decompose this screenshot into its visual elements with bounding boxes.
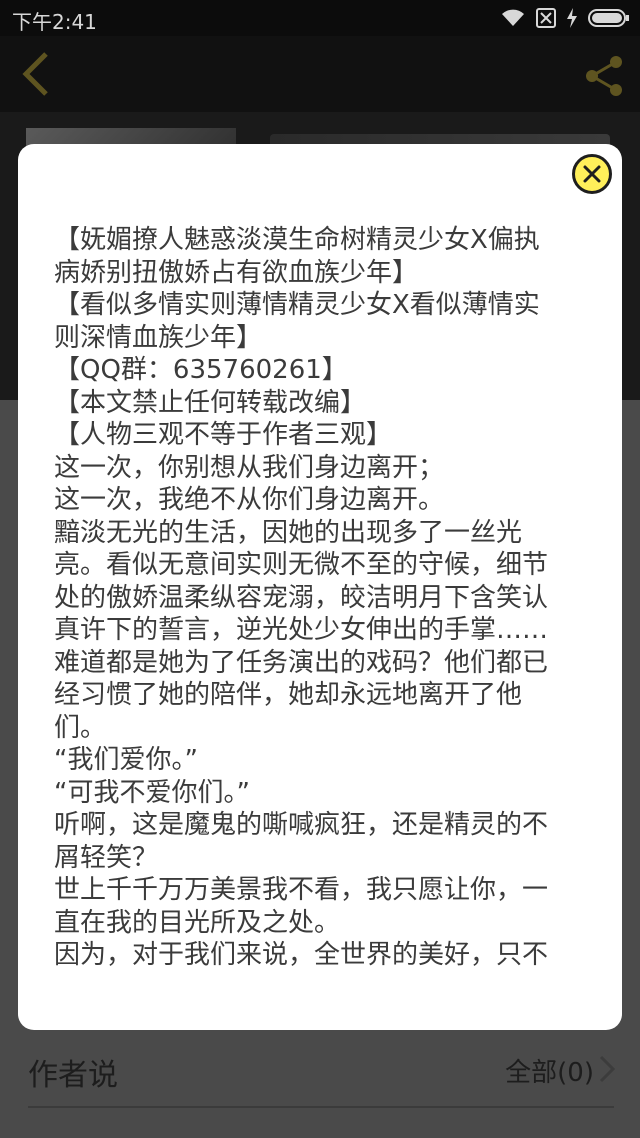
author-says-row: 作者说 全部(0) — [0, 1030, 640, 1110]
charging-icon — [567, 8, 577, 28]
chevron-left-icon[interactable] — [18, 50, 54, 98]
book-description: 【妩媚撩人魅惑淡漠生命树精灵少女X偏执 病娇别扭傲娇占有欲血族少年】 【看似多情实则… — [54, 224, 594, 1010]
description-line: 因为，对于我们来说，全世界的美好，只不 — [54, 940, 549, 970]
description-line: 真许下的誓言，逆光处少女伸出的手掌…… — [54, 615, 549, 645]
close-icon — [583, 165, 601, 183]
description-line: 直在我的目光所及之处。 — [54, 907, 341, 938]
description-line: 黯淡无光的生活，因她的出现多了一丝光 — [54, 517, 523, 548]
app-bar — [0, 36, 640, 112]
description-line: 【本文禁止任何转载改编】 — [54, 387, 367, 418]
status-time: 下午2:41 — [12, 10, 97, 34]
divider — [28, 1106, 614, 1108]
status-bar: 下午2:41 — [0, 0, 640, 36]
wifi-icon — [502, 9, 524, 26]
description-line: 经习惯了她的陪伴，她却永远地离开了他 — [54, 680, 523, 710]
close-button[interactable] — [572, 154, 612, 194]
description-line: 处的傲娇温柔纵容宠溺，皎洁明月下含笑认 — [54, 582, 549, 613]
author-says-label: 作者说 — [28, 1058, 118, 1093]
description-line: 【妩媚撩人魅惑淡漠生命树精灵少女X偏执 — [54, 225, 540, 255]
description-line: 世上千千万万美景我不看，我只愿让你，一 — [54, 875, 549, 905]
description-line: 们。 — [54, 712, 107, 743]
description-line: 听啊，这是魔鬼的嘶喊疯狂，还是精灵的不 — [54, 810, 549, 840]
description-line: 病娇别扭傲娇占有欲血族少年】 — [54, 257, 419, 288]
description-line: 这一次，我绝不从你们身边离开。 — [54, 485, 445, 515]
battery-icon — [588, 9, 629, 27]
description-line: “我们爱你。” — [54, 745, 198, 775]
description-line: 【人物三观不等于作者三观】 — [54, 420, 393, 450]
description-line: 这一次，你别想从我们身边离开； — [54, 452, 445, 483]
description-line: “可我不爱你们。” — [54, 777, 250, 808]
chevron-right-icon[interactable] — [598, 1054, 616, 1084]
author-says-all-link[interactable]: 全部(0) — [505, 1052, 594, 1089]
description-line: 【看似多情实则薄情精灵少女X看似薄情实 — [54, 290, 540, 320]
no-sim-icon — [536, 8, 556, 28]
description-line: 难道都是她为了任务演出的戏码？他们都已 — [54, 647, 549, 678]
status-icons — [500, 8, 630, 28]
description-line: 则深情血族少年】 — [54, 322, 263, 353]
description-dialog: 【妩媚撩人魅惑淡漠生命树精灵少女X偏执 病娇别扭傲娇占有欲血族少年】 【看似多情实则… — [18, 144, 622, 1030]
description-line: 【QQ群：635760261】 — [54, 355, 348, 385]
description-line: 屑轻笑？ — [54, 842, 159, 873]
description-line: 亮。看似无意间实则无微不至的守候，细节 — [54, 550, 549, 580]
share-icon[interactable] — [582, 54, 626, 98]
